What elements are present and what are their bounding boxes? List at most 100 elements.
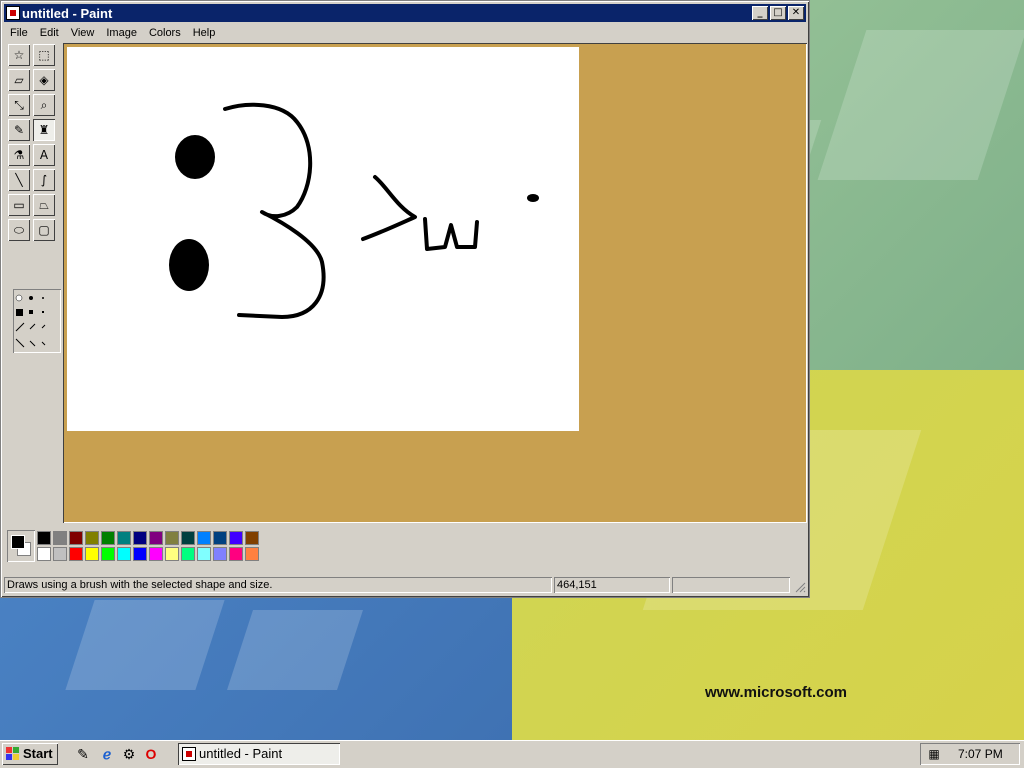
menu-image[interactable]: Image — [100, 27, 143, 39]
color-swatch[interactable] — [69, 547, 83, 561]
fill-with-color-icon: ◈ — [39, 73, 49, 87]
opera-icon[interactable]: O — [142, 745, 160, 763]
status-hint: Draws using a brush with the selected sh… — [4, 577, 552, 593]
color-swatch[interactable] — [101, 547, 115, 561]
airbrush-tool-button[interactable]: ⚗ — [8, 144, 30, 166]
color-swatch[interactable] — [53, 547, 67, 561]
drawing-strokes — [169, 102, 539, 319]
toolbox: ☆ ⬚ ▱ ◈ ⤡ ⌕ ✎ ♜ ⚗ A ╲ ∫ ▭ ⏢ ⬭ ▢ — [7, 43, 59, 348]
rounded-rectangle-icon: ▢ — [38, 223, 50, 237]
color-swatch[interactable] — [85, 531, 99, 545]
color-swatch[interactable] — [165, 547, 179, 561]
window-title: untitled - Paint — [22, 5, 113, 21]
color-swatch[interactable] — [213, 531, 227, 545]
taskbar-paint-button[interactable]: untitled - Paint — [178, 743, 340, 765]
menu-file[interactable]: File — [4, 27, 34, 39]
polygon-tool-button[interactable]: ⏢ — [33, 194, 55, 216]
scheduler-icon[interactable]: ▦ — [926, 746, 942, 762]
color-swatch[interactable] — [37, 531, 51, 545]
close-button[interactable]: ✕ — [788, 6, 804, 20]
color-swatch[interactable] — [181, 531, 195, 545]
clock[interactable]: 7:07 PM — [958, 743, 1003, 765]
menu-colors[interactable]: Colors — [143, 27, 187, 39]
system-tray: ▦ 7:07 PM — [920, 743, 1020, 765]
fill-with-color-tool-button[interactable]: ◈ — [33, 69, 55, 91]
color-swatch[interactable] — [197, 547, 211, 561]
title-bar[interactable]: untitled - Paint _ □ ✕ — [4, 4, 806, 22]
color-swatch[interactable] — [229, 531, 243, 545]
airbrush-icon: ⚗ — [13, 148, 25, 162]
pick-color-icon: ⤡ — [14, 98, 24, 112]
pick-color-tool-button[interactable]: ⤡ — [8, 94, 30, 116]
curve-tool-button[interactable]: ∫ — [33, 169, 55, 191]
status-coordinates: 464,151 — [554, 577, 670, 593]
paint-task-icon — [182, 747, 196, 761]
select-icon: ⬚ — [38, 48, 50, 62]
desktop-url-text: www.microsoft.com — [705, 684, 847, 701]
show-desktop-icon[interactable]: ✎ — [74, 745, 92, 763]
color-swatch[interactable] — [101, 531, 115, 545]
color-swatch[interactable] — [85, 547, 99, 561]
canvas-area[interactable] — [63, 43, 807, 523]
polygon-icon: ⏢ — [39, 198, 49, 212]
eraser-icon: ▱ — [14, 73, 24, 87]
color-swatch[interactable] — [245, 531, 259, 545]
status-size — [672, 577, 790, 593]
task-button-label: untitled - Paint — [199, 746, 283, 761]
menu-view[interactable]: View — [65, 27, 101, 39]
free-form-select-tool-button[interactable]: ☆ — [8, 44, 30, 66]
ellipse-tool-button[interactable]: ⬭ — [8, 219, 30, 241]
magnifier-tool-button[interactable]: ⌕ — [33, 94, 55, 116]
paint-app-icon[interactable] — [6, 6, 20, 20]
drawing-canvas[interactable] — [67, 47, 579, 431]
menu-help[interactable]: Help — [187, 27, 222, 39]
color-swatch[interactable] — [133, 547, 147, 561]
color-swatch[interactable] — [149, 531, 163, 545]
rounded-rectangle-tool-button[interactable]: ▢ — [33, 219, 55, 241]
start-label: Start — [23, 746, 53, 761]
text-tool-button[interactable]: A — [33, 144, 55, 166]
rectangle-tool-button[interactable]: ▭ — [8, 194, 30, 216]
color-swatch[interactable] — [53, 531, 67, 545]
taskbar: Start ✎ ℯ ⚙ O untitled - Paint ▦ 7:07 PM — [0, 740, 1024, 768]
menu-edit[interactable]: Edit — [34, 27, 65, 39]
maximize-button[interactable]: □ — [770, 6, 786, 20]
color-swatch[interactable] — [229, 547, 243, 561]
color-swatch[interactable] — [213, 547, 227, 561]
pencil-icon: ✎ — [13, 123, 25, 137]
curve-icon: ∫ — [40, 173, 48, 187]
brush-tool-button[interactable]: ♜ — [33, 119, 55, 141]
foreground-color-box — [11, 535, 25, 549]
channels-icon[interactable]: ⚙ — [120, 745, 138, 763]
pencil-tool-button[interactable]: ✎ — [8, 119, 30, 141]
color-swatch[interactable] — [149, 547, 163, 561]
paint-window: untitled - Paint _ □ ✕ File Edit View Im… — [0, 0, 810, 598]
ellipse-icon: ⬭ — [13, 223, 25, 237]
color-swatch[interactable] — [245, 547, 259, 561]
color-swatch[interactable] — [181, 547, 195, 561]
text-icon: A — [39, 148, 49, 162]
start-button[interactable]: Start — [2, 743, 58, 765]
color-swatch[interactable] — [69, 531, 83, 545]
select-tool-button[interactable]: ⬚ — [33, 44, 55, 66]
free-form-select-icon: ☆ — [13, 48, 25, 62]
color-swatch[interactable] — [197, 531, 211, 545]
line-icon: ╲ — [15, 173, 23, 187]
color-swatch[interactable] — [133, 531, 147, 545]
magnifier-icon: ⌕ — [40, 98, 48, 112]
brush-icon: ♜ — [38, 123, 50, 137]
resize-grip[interactable] — [794, 581, 806, 593]
windows-logo-icon — [6, 747, 20, 761]
line-tool-button[interactable]: ╲ — [8, 169, 30, 191]
color-swatch[interactable] — [117, 547, 131, 561]
minimize-button[interactable]: _ — [752, 6, 768, 20]
current-colors[interactable] — [7, 530, 35, 562]
internet-explorer-icon[interactable]: ℯ — [98, 745, 116, 763]
color-swatch[interactable] — [117, 531, 131, 545]
color-swatch[interactable] — [37, 547, 51, 561]
brush-options-panel[interactable] — [13, 289, 61, 353]
color-swatch[interactable] — [165, 531, 179, 545]
eraser-tool-button[interactable]: ▱ — [8, 69, 30, 91]
color-palette — [7, 530, 267, 566]
status-bar: Draws using a brush with the selected sh… — [4, 575, 808, 595]
